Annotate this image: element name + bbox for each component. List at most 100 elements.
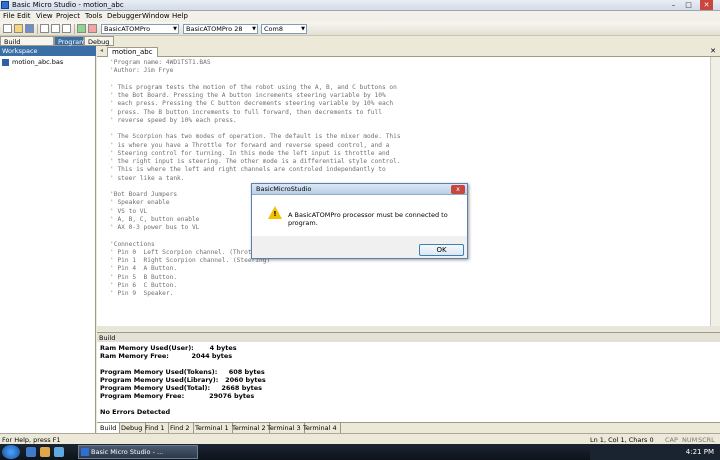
tab-output-find-2[interactable]: Find 2 [167,423,194,433]
code-line[interactable]: ' Pin 4 A Button. [110,265,401,273]
code-line[interactable]: ' reverse speed by 10% each press. [110,117,401,125]
chevron-down-icon: ▼ [301,26,305,32]
code-line[interactable]: ' This program tests the motion of the r… [110,84,401,92]
code-line[interactable]: ' each press. Pressing the C button decr… [110,100,401,108]
build-line: Program Memory Used(Tokens): 608 bytes [100,368,265,376]
workspace-file-item[interactable]: motion_abc.bas [2,58,63,66]
build-line: Ram Memory Free: 2044 bytes [100,352,233,360]
chevron-down-icon: ▼ [252,26,256,32]
code-text[interactable]: 'Program name: 4WD1TST1.BAS 'Author: Jim … [110,59,401,298]
error-dialog: BasicMicroStudio x ! A BasicATOMPro proc… [251,183,468,259]
editor-horizontal-scrollbar[interactable] [97,326,720,331]
chevron-down-icon: ▼ [173,26,177,32]
code-line[interactable]: ' the right input is steering. The other… [110,158,401,166]
dialog-body: ! A BasicATOMPro processor must be conne… [252,195,467,236]
status-help: For Help, press F1 [2,436,61,444]
dialog-message: A BasicATOMPro processor must be connect… [288,211,448,227]
code-line[interactable] [110,125,401,133]
workspace-header: Workspace [0,46,96,56]
menu-edit[interactable]: Edit [17,12,31,20]
app-icon [1,1,9,9]
code-line[interactable]: ' the Bot Board. Pressing the A button i… [110,92,401,100]
dialog-title: BasicMicroStudio [256,185,312,193]
build-line: Program Memory Free: 29076 bytes [100,392,255,400]
clock[interactable]: 4:21 PM [686,448,714,456]
code-line[interactable]: ' Steering control for turning. In this … [110,150,401,158]
status-cap: CAP [665,436,678,444]
system-tray: 4:21 PM [590,444,720,460]
tab-debug[interactable]: Debug [84,36,114,46]
title-bar: Basic Micro Studio - motion_abc – □ ✕ [0,0,720,11]
taskbar-item-label: Basic Micro Studio - ... [91,448,164,456]
code-line[interactable]: ' Pin 6 C Button. [110,282,401,290]
menu-project[interactable]: Project [56,12,80,20]
new-file-icon[interactable] [3,24,12,33]
output-tabs: Build Debug Find 1 Find 2 Terminal 1 Ter… [97,422,720,433]
code-line[interactable]: ' is where you have a Throttle for forwa… [110,142,401,150]
chevron-left-icon[interactable]: ◂ [100,47,103,54]
build-line: No Errors Detected [100,408,171,416]
browser-icon[interactable] [54,447,64,457]
processor-select[interactable]: BasicATOMPro ▼ [101,24,179,34]
menu-view[interactable]: View [36,12,53,20]
save-icon[interactable] [25,24,34,33]
build-icon[interactable] [77,24,86,33]
menu-tools[interactable]: Tools [85,12,102,20]
taskbar: Basic Micro Studio - ... 4:21 PM [0,444,720,460]
file-icon [2,58,9,66]
editor-close-icon[interactable]: ✕ [710,47,716,55]
minimize-button[interactable]: – [667,0,680,10]
tab-build[interactable]: Build motion_abc.bas [0,36,55,56]
tab-output-terminal-4[interactable]: Terminal 4 [300,423,341,433]
build-line: Ram Memory Used(User): 4 bytes [100,344,237,352]
menu-help[interactable]: Help [172,12,188,20]
status-position: Ln 1, Col 1, Chars 0 [590,436,654,444]
copy-icon[interactable] [51,24,60,33]
cut-icon[interactable] [40,24,49,33]
processor-select-value: BasicATOMPro [104,25,151,33]
code-line[interactable]: ' The Scorpion has two modes of operatio… [110,133,401,141]
menu-file[interactable]: File [3,12,15,20]
menu-window[interactable]: Window [142,12,170,20]
port-select[interactable]: Com8 ▼ [261,24,307,34]
toolbar: BasicATOMPro ▼ BasicATOMPro 28 ▼ Com8 ▼ [0,22,720,36]
window-title: Basic Micro Studio - motion_abc [12,1,124,9]
code-line[interactable]: ' Pin 5 B Button. [110,274,401,282]
start-button[interactable] [2,445,20,459]
code-line[interactable]: 'Author: Jim Frye [110,67,401,75]
tab-output-terminal-1[interactable]: Terminal 1 [192,423,233,433]
taskbar-item-basic-micro-studio[interactable]: Basic Micro Studio - ... [78,445,198,459]
toolbar-separator [37,24,38,34]
editor-vertical-scrollbar[interactable] [710,57,720,327]
app-icon [81,448,89,456]
build-line: Program Memory Used(Total): 2668 bytes [100,384,262,392]
warning-mark: ! [273,210,277,218]
maximize-button[interactable]: □ [682,0,695,10]
tab-program[interactable]: Program [54,36,85,46]
paste-icon[interactable] [62,24,71,33]
code-line[interactable]: ' steer like a tank. [110,175,401,183]
tab-output-terminal-3[interactable]: Terminal 3 [264,423,305,433]
dialog-close-button[interactable]: x [451,185,465,194]
workspace-file-label: motion_abc.bas [12,58,64,66]
menu-debugger[interactable]: Debugger [107,12,142,20]
code-line[interactable]: ' This is where the left and right chann… [110,166,401,174]
tab-output-build[interactable]: Build [97,423,121,433]
close-button[interactable]: ✕ [700,0,713,10]
show-desktop-icon[interactable] [26,447,36,457]
program-icon[interactable] [88,24,97,33]
tab-output-find-1[interactable]: Find 1 [142,423,169,433]
build-panel-header: Build [97,332,720,342]
ok-button[interactable]: OK [419,244,464,256]
folder-icon[interactable] [40,447,50,457]
code-line[interactable]: ' Pin 9 Speaker. [110,290,401,298]
build-output: Ram Memory Used(User): 4 bytes Ram Memor… [97,342,720,422]
code-line[interactable]: 'Program name: 4WD1TST1.BAS [110,59,401,67]
code-line[interactable] [110,76,401,84]
code-line[interactable]: ' press. The B button increments to full… [110,109,401,117]
status-num: NUM [682,436,698,444]
open-folder-icon[interactable] [14,24,23,33]
chip-select[interactable]: BasicATOMPro 28 ▼ [183,24,258,34]
menu-bar: File Edit View Project Tools Debugger Wi… [0,11,720,22]
editor-tab-motion-abc[interactable]: motion_abc [107,47,158,57]
